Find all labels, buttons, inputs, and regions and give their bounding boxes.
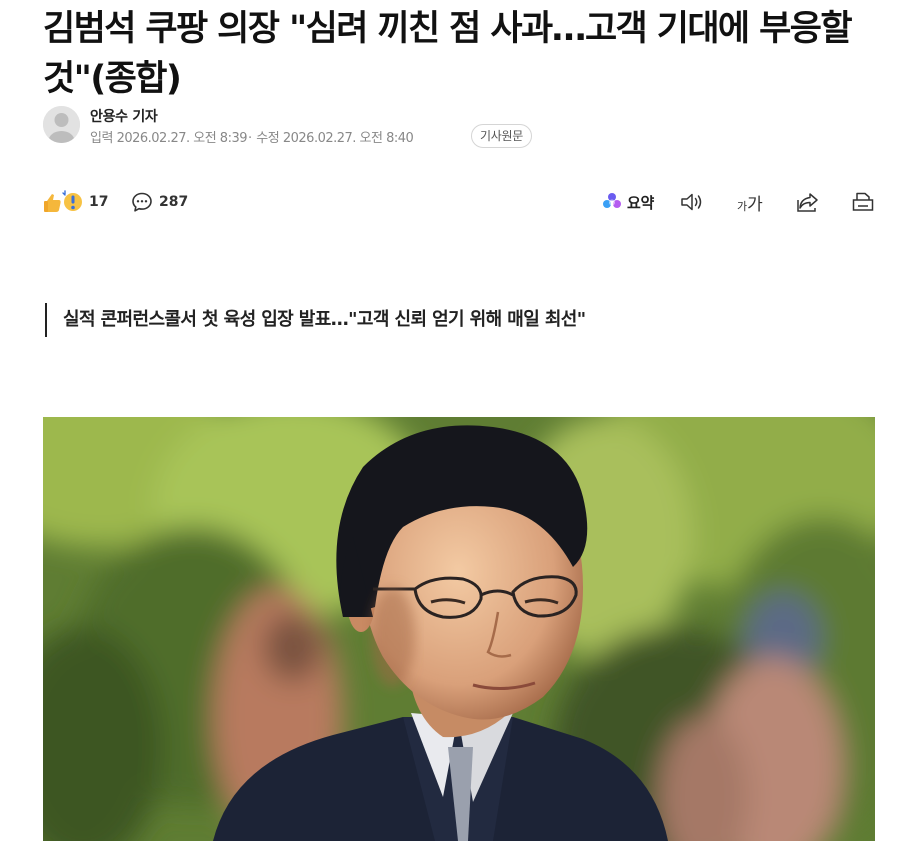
date-separator: · [248, 131, 252, 146]
summary-label: 요약 [627, 193, 655, 212]
comment-count: 287 [159, 194, 189, 210]
modified-label: 수정 [256, 131, 280, 146]
reaction-icon [44, 190, 82, 212]
share-icon [797, 193, 818, 212]
reaction-count: 17 [89, 194, 109, 210]
article-photo[interactable] [43, 417, 875, 841]
reporter-name[interactable]: 안용수 기자 [90, 106, 158, 126]
comment-icon [132, 192, 152, 212]
article-toolbar: 17 287 요약 가가 [43, 188, 875, 218]
font-size-icon: 가가 [737, 194, 763, 215]
share-button[interactable] [795, 188, 821, 216]
speaker-icon [681, 193, 702, 211]
article-headline: 김범석 쿠팡 의장 "심려 끼친 점 사과…고객 기대에 부응할 것"(종합) [43, 9, 853, 99]
user-silhouette-icon [43, 106, 80, 143]
text-to-speech-button[interactable] [679, 188, 705, 216]
comment-button[interactable]: 287 [131, 188, 188, 216]
font-size-button[interactable]: 가가 [737, 188, 763, 216]
published-date: 2026.02.27. 오전 8:39 [116, 131, 248, 146]
modified-date: 2026.02.27. 오전 8:40 [282, 131, 414, 146]
reaction-button[interactable]: 17 [43, 188, 108, 216]
article-dates: 입력 2026.02.27. 오전 8:39· 수정 2026.02.27. 오… [90, 127, 414, 146]
print-icon [852, 192, 874, 211]
article-subtitle: 실적 콘퍼런스콜서 첫 육성 입장 발표…"고객 신뢰 얻기 위해 매일 최선" [45, 303, 845, 337]
original-article-button[interactable]: 기사원문 [471, 124, 532, 148]
reporter-avatar[interactable] [43, 106, 80, 143]
article-photo-image [43, 417, 875, 841]
published-label: 입력 [90, 131, 113, 146]
summary-button[interactable]: 요약 [602, 188, 654, 216]
ai-summary-icon [603, 193, 621, 208]
print-button[interactable] [851, 188, 875, 216]
